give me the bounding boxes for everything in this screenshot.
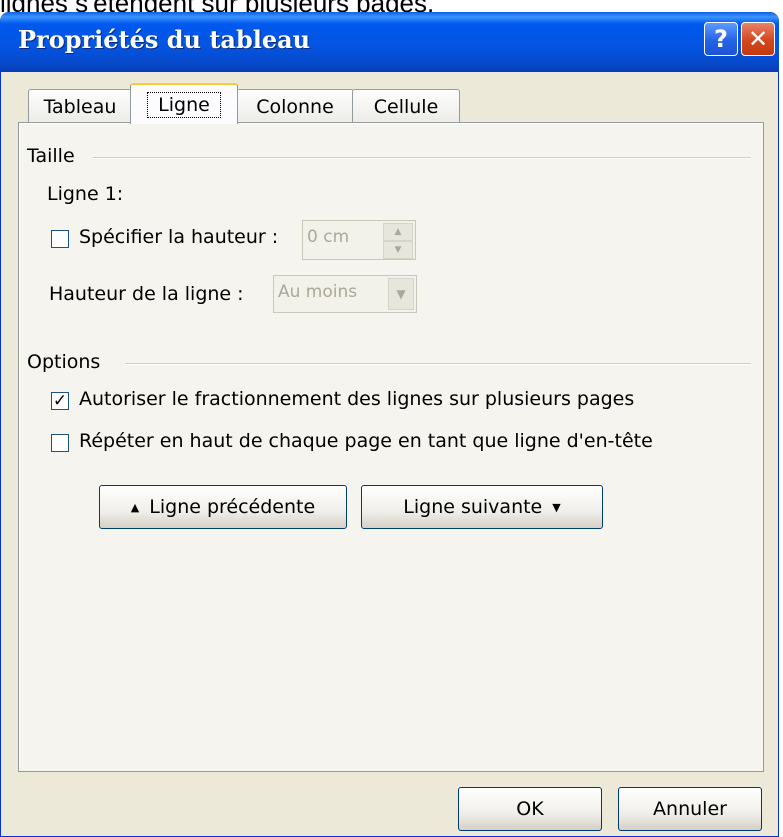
row-height-select[interactable]: Au moins ▼ [273, 275, 417, 313]
group-divider-options [125, 363, 751, 365]
spin-down-icon[interactable]: ▼ [383, 241, 413, 259]
tab-ligne[interactable]: Ligne [130, 83, 238, 124]
arrow-up-icon: ▲ [130, 500, 140, 514]
previous-row-label: Ligne précédente [149, 496, 316, 518]
help-button[interactable]: ? [704, 22, 738, 56]
dialog-body: Tableau Ligne Colonne Cellule Taille Lig… [10, 75, 770, 833]
dialog-title: Propriétés du tableau [18, 25, 311, 54]
height-value: 0 cm [307, 227, 350, 247]
repeat-header-label: Répéter en haut de chaque page en tant q… [79, 430, 653, 452]
tab-ligne-label: Ligne [147, 91, 221, 118]
allow-break-label: Autoriser le fractionnement des lignes s… [79, 388, 635, 410]
cancel-button[interactable]: Annuler [618, 787, 762, 831]
tab-tableau[interactable]: Tableau [28, 89, 132, 123]
next-row-button[interactable]: Ligne suivante ▼ [361, 485, 603, 529]
tab-cellule-label: Cellule [373, 95, 439, 118]
spinner-arrows[interactable]: ▲ ▼ [383, 223, 413, 259]
title-bar[interactable]: Propriétés du tableau ? ✕ [0, 12, 779, 72]
repeat-header-checkbox[interactable] [51, 434, 69, 452]
arrow-down-icon: ▼ [552, 500, 561, 514]
tab-cellule[interactable]: Cellule [352, 89, 460, 123]
specify-height-label: Spécifier la hauteur : [79, 226, 279, 248]
row-height-mode: Au moins [278, 282, 358, 302]
row-number-label: Ligne 1: [47, 183, 124, 205]
previous-row-button[interactable]: ▲ Ligne précédente [99, 485, 347, 529]
group-title-options: Options [27, 351, 101, 373]
chevron-down-icon[interactable]: ▼ [388, 278, 414, 310]
tab-colonne[interactable]: Colonne [236, 89, 354, 123]
row-height-label: Hauteur de la ligne : [49, 283, 244, 305]
tab-colonne-label: Colonne [256, 95, 334, 118]
group-divider-taille [93, 157, 751, 159]
spin-up-icon[interactable]: ▲ [383, 223, 413, 241]
tab-tableau-label: Tableau [43, 95, 117, 118]
next-row-label: Ligne suivante [403, 496, 543, 518]
group-title-taille: Taille [27, 145, 75, 167]
close-button[interactable]: ✕ [741, 22, 775, 56]
ok-button[interactable]: OK [458, 787, 602, 831]
table-properties-dialog: Propriétés du tableau ? ✕ Tableau Ligne … [0, 12, 779, 837]
specify-height-checkbox[interactable] [51, 230, 69, 248]
height-spinner[interactable]: 0 cm ▲ ▼ [302, 220, 416, 260]
allow-break-checkbox[interactable]: ✓ [51, 392, 69, 410]
tab-panel-ligne: Taille Ligne 1: Spécifier la hauteur : 0… [18, 122, 764, 772]
